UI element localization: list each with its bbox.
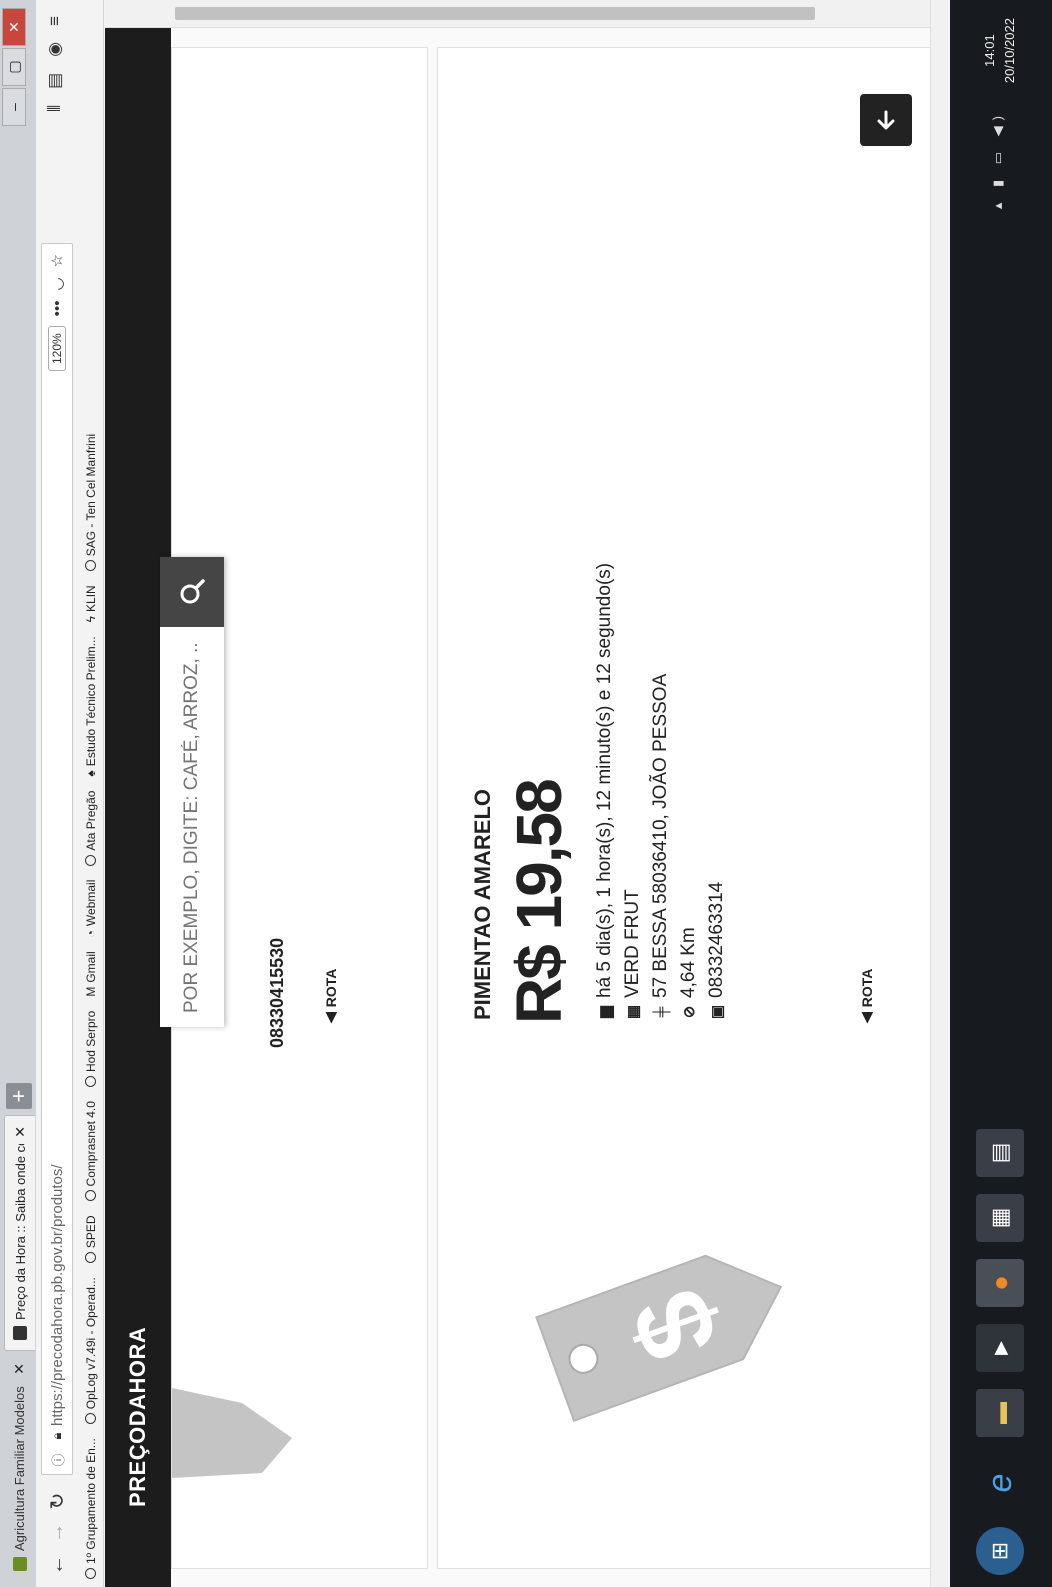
webmail-icon: ◔	[83, 930, 98, 938]
info-phone: ▣ 08332463314	[706, 881, 727, 1020]
route-arrow-icon: ◀	[322, 1012, 338, 1023]
windows-taskbar: ⊞ e ▬ ▶ ● ▦ ▤ ▴ ▮ ▭ ◀) 14:01 20/10/2022	[950, 0, 1052, 1587]
window-controls: – ▢ ✕	[2, 8, 26, 126]
maximize-button[interactable]: ▢	[2, 48, 26, 86]
tab-close-icon[interactable]: ✕	[12, 1126, 29, 1138]
lock-icon: 🔒︎	[49, 1432, 64, 1440]
library-icon[interactable]: ⫴	[45, 105, 65, 112]
info-distance: ⊘ 4,64 Km	[678, 927, 699, 1019]
zoom-level[interactable]: 120%	[48, 326, 66, 372]
page-actions-icon[interactable]: •••	[49, 301, 66, 317]
calendar-icon: ▆	[597, 1006, 614, 1018]
route-link[interactable]: ◀ ROTA	[858, 969, 875, 1023]
forward-arrow-icon[interactable]: →	[46, 1517, 69, 1549]
globe-icon	[85, 1252, 96, 1264]
store-icon: ▦	[625, 1004, 642, 1020]
bookmark-item[interactable]: OpLog v7.49i - Operad...	[84, 1277, 98, 1425]
star-icon[interactable]: ☆	[48, 254, 66, 267]
close-window-button[interactable]: ✕	[2, 8, 26, 46]
browser-navbar: ← → ↻ ⌂ ⓘ 🔒︎ https://precodahora.pb.gov.…	[36, 0, 79, 1587]
tab-close-icon[interactable]: ✕	[11, 1363, 28, 1375]
ie-icon[interactable]: e	[976, 1459, 1024, 1507]
bookmark-item[interactable]: Hod Serpro	[84, 1011, 98, 1088]
bookmark-item[interactable]: ϟ KLIN	[84, 585, 98, 622]
tab-favicon-icon	[13, 1326, 27, 1340]
bookmark-icon: ♠	[83, 770, 98, 777]
windows-icon: ⊞	[987, 1541, 1012, 1561]
bookmark-item[interactable]: M Gmail	[84, 951, 98, 996]
pocket-icon[interactable]: ◡	[48, 277, 66, 290]
info-time: ▆ há 5 dia(s), 1 hora(s), 12 minuto(s) e…	[594, 563, 616, 1020]
bookmark-item[interactable]: Comprasnet 4.0	[84, 1101, 98, 1202]
media-player-icon[interactable]: ▶	[976, 1324, 1024, 1372]
clock-date: 20/10/2022	[1002, 18, 1017, 84]
page-content: 08330415530 ◀ ROTA PREÇODAHORA POR EXEMP…	[105, 0, 948, 1587]
tab-title: Agricultura Familiar Modelos	[12, 1386, 27, 1551]
product-name: PIMENTAO AMARELO	[470, 789, 495, 1020]
screen: Agricultura Familiar Modelos ✕ Preço da …	[0, 0, 1052, 1587]
price-tag-icon: $	[535, 1254, 783, 1423]
bolt-icon: ϟ	[83, 615, 98, 623]
tab-title: Preço da Hora :: Saiba onde co	[12, 1143, 28, 1320]
bookmark-item[interactable]: Ata Pregão	[84, 791, 98, 866]
bookmark-item[interactable]: ◔ Webmail	[84, 880, 98, 938]
product-price: R$ 19,58	[503, 780, 575, 1024]
info-icon[interactable]: ⓘ	[48, 1446, 67, 1474]
globe-icon	[85, 1076, 96, 1088]
vertical-scrollbar[interactable]	[105, 0, 948, 28]
info-address: ╪ 57 BESSA 58036410, JOÃO PESSOA	[650, 674, 672, 1020]
previous-phone: 08330415530	[267, 937, 287, 1048]
distance-icon: ⊘	[681, 1005, 698, 1019]
tab-preco-da-hora[interactable]: Preço da Hora :: Saiba onde co ✕	[4, 1115, 35, 1351]
bookmark-item[interactable]: ♠ Estudo Técnico Prelim...	[84, 636, 98, 776]
route-link[interactable]: ◀ ROTA	[322, 969, 339, 1023]
toolbar-right: ⫴ ▤ ◉ ≡	[45, 16, 65, 112]
globe-icon	[85, 1413, 96, 1425]
globe-icon	[85, 1190, 96, 1202]
explorer-icon[interactable]: ▬	[976, 1389, 1024, 1437]
system-tray[interactable]: ▴ ▮ ▭ ◀)	[990, 110, 1006, 209]
bookmark-item[interactable]: 1º Grupamento de En...	[84, 1438, 98, 1579]
product-card: $ PIMENTAO AMARELO R$ 19,58 ▆ há 5 dia(s…	[437, 47, 939, 1569]
firefox-icon[interactable]: ●	[976, 1259, 1024, 1307]
url-text[interactable]: https://precodahora.pb.gov.br/produtos/	[49, 371, 66, 1426]
gmail-icon: M	[83, 986, 98, 997]
menu-icon[interactable]: ≡	[45, 16, 65, 26]
minimize-button[interactable]: –	[2, 88, 26, 126]
globe-icon	[85, 854, 96, 866]
horizontal-scrollbar[interactable]	[930, 0, 948, 1587]
search-box	[160, 557, 224, 1027]
search-icon	[180, 579, 205, 604]
clock[interactable]: 14:01 20/10/2022	[980, 18, 1020, 83]
sidebar-icon[interactable]: ▤	[45, 73, 65, 89]
search-input[interactable]	[160, 627, 224, 1027]
info-store: ▦ VERD FRUT	[622, 889, 643, 1020]
phone-icon: ▣	[709, 1004, 726, 1020]
globe-icon	[85, 1568, 96, 1579]
calc-icon[interactable]: ▦	[976, 1194, 1024, 1242]
start-button[interactable]: ⊞	[976, 1527, 1024, 1575]
globe-icon	[85, 560, 96, 572]
back-arrow-icon[interactable]: ←	[46, 1549, 69, 1581]
clock-time: 14:01	[982, 34, 997, 67]
bookmark-item[interactable]: SPED	[84, 1215, 98, 1264]
account-icon[interactable]: ◉	[45, 42, 65, 57]
back-to-top-button[interactable]	[860, 94, 912, 146]
site-logo[interactable]: PREÇODAHORA	[125, 1327, 151, 1507]
scrollbar-thumb[interactable]	[175, 7, 815, 20]
bookmark-item[interactable]: SAG - Ten Cel Manfrini	[84, 434, 98, 572]
search-button[interactable]	[160, 557, 224, 627]
bookmarks-bar: 1º Grupamento de En... OpLog v7.49i - Op…	[78, 0, 104, 1587]
tab-favicon-icon	[12, 1557, 27, 1571]
arrow-left-icon	[877, 110, 895, 130]
new-tab-button[interactable]: +	[6, 1083, 32, 1109]
tab-agricultura[interactable]: Agricultura Familiar Modelos ✕	[4, 1353, 35, 1581]
address-icon: ╪	[652, 1006, 670, 1018]
url-bar[interactable]: ⓘ 🔒︎ https://precodahora.pb.gov.br/produ…	[41, 243, 73, 1475]
document-icon[interactable]: ▤	[976, 1129, 1024, 1177]
browser-tab-strip: Agricultura Familiar Modelos ✕ Preço da …	[0, 0, 37, 1587]
price-tag-icon	[172, 1388, 292, 1478]
reload-icon[interactable]: ↻	[45, 1485, 70, 1517]
route-arrow-icon: ◀	[858, 1012, 874, 1023]
